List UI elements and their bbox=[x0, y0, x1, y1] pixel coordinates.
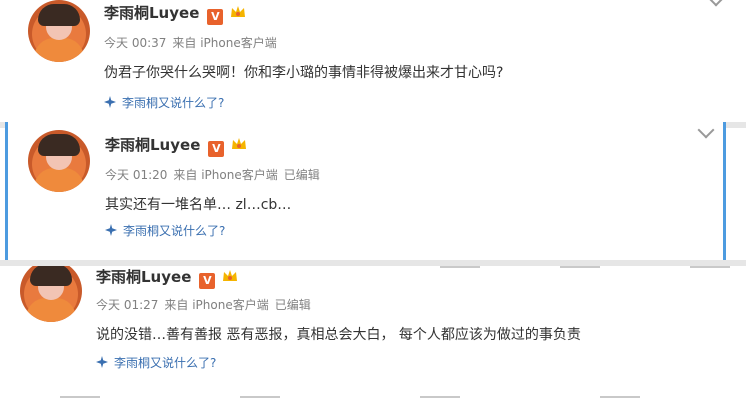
topic-link[interactable]: 李雨桐又说什么了? bbox=[104, 94, 224, 111]
post-content: 说的没错…善有善报 恶有恶报，真相总会大白， 每个人都应该为做过的事负责 bbox=[96, 327, 581, 343]
username-row: 李雨桐Luyee V bbox=[104, 2, 247, 25]
weibo-post-1: 李雨桐Luyee V 今天 00:37 来自 iPhone客户端 伪君子你哭什么哭啊… bbox=[0, 0, 746, 122]
username[interactable]: 李雨桐Luyee bbox=[104, 4, 199, 22]
edited-label: 已编辑 bbox=[274, 298, 311, 312]
avatar-hair bbox=[38, 4, 80, 26]
post-time[interactable]: 今天 01:20 bbox=[105, 168, 167, 182]
vip-crown-icon[interactable] bbox=[230, 136, 248, 152]
avatar-body bbox=[34, 168, 84, 192]
avatar-body bbox=[26, 298, 76, 322]
avatar-hair bbox=[38, 134, 80, 156]
username[interactable]: 李雨桐Luyee bbox=[105, 136, 200, 154]
topic-label: 李雨桐又说什么了? bbox=[122, 96, 225, 110]
username-row: 李雨桐Luyee V bbox=[96, 266, 239, 289]
topic-link[interactable]: 李雨桐又说什么了? bbox=[105, 222, 225, 239]
username-row: 李雨桐Luyee V bbox=[105, 134, 248, 157]
vip-crown-icon[interactable] bbox=[229, 4, 247, 20]
vip-crown-icon[interactable] bbox=[221, 268, 239, 284]
post-meta: 今天 01:20 来自 iPhone客户端 已编辑 bbox=[105, 166, 326, 183]
topic-link[interactable]: 李雨桐又说什么了? bbox=[96, 354, 216, 371]
topic-star-icon bbox=[105, 224, 117, 236]
action-bar-divider bbox=[0, 266, 746, 268]
avatar[interactable] bbox=[28, 0, 90, 62]
post-meta: 今天 00:37 来自 iPhone客户端 bbox=[104, 34, 289, 51]
topic-star-icon bbox=[96, 356, 108, 368]
topic-label: 李雨桐又说什么了? bbox=[123, 224, 226, 238]
post-source: 来自 iPhone客户端 bbox=[173, 168, 278, 182]
post-source: 来自 iPhone客户端 bbox=[164, 298, 269, 312]
weibo-post-2: 李雨桐Luyee V 今天 01:20 来自 iPhone客户端 已编辑 其实还有一堆… bbox=[5, 122, 726, 260]
topic-star-icon bbox=[104, 96, 116, 108]
edited-label: 已编辑 bbox=[283, 168, 320, 182]
post-content: 其实还有一堆名单… zl…cb… bbox=[105, 197, 292, 213]
avatar[interactable] bbox=[28, 130, 90, 192]
avatar-hair bbox=[30, 266, 72, 286]
chevron-down-icon[interactable] bbox=[707, 0, 725, 7]
verified-badge[interactable]: V bbox=[208, 141, 225, 157]
avatar-body bbox=[34, 38, 84, 62]
post-time[interactable]: 今天 01:27 bbox=[96, 298, 158, 312]
post-source: 来自 iPhone客户端 bbox=[172, 36, 277, 50]
username[interactable]: 李雨桐Luyee bbox=[96, 268, 191, 286]
post-meta: 今天 01:27 来自 iPhone客户端 已编辑 bbox=[96, 296, 317, 313]
post-time[interactable]: 今天 00:37 bbox=[104, 36, 166, 50]
verified-badge[interactable]: V bbox=[199, 273, 216, 289]
topic-label: 李雨桐又说什么了? bbox=[114, 356, 217, 370]
weibo-post-3: 李雨桐Luyee V 今天 01:27 来自 iPhone客户端 已编辑 说的没错…善… bbox=[0, 266, 746, 400]
action-bar-divider bbox=[0, 396, 746, 398]
chevron-down-icon[interactable] bbox=[697, 122, 715, 139]
post-content: 伪君子你哭什么哭啊！你和李小璐的事情非得被爆出来才甘心吗? bbox=[104, 65, 504, 81]
avatar[interactable] bbox=[20, 266, 82, 322]
verified-badge[interactable]: V bbox=[207, 9, 224, 25]
